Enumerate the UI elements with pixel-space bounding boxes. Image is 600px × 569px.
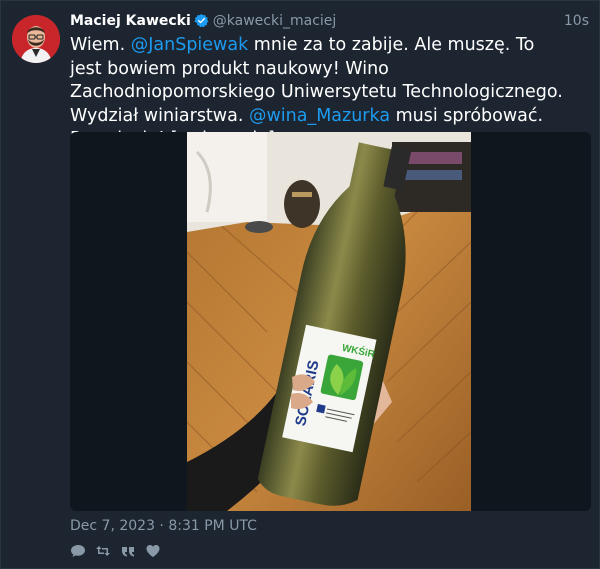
tweet-card: Maciej Kawecki @kawecki_maciej 10s Wiem. … [0, 0, 600, 569]
tweet-time[interactable]: 10s [564, 11, 589, 31]
mention-link[interactable]: @wina_Mazurka [249, 106, 390, 126]
author-handle[interactable]: @kawecki_maciej [213, 13, 337, 29]
tweet-date[interactable]: Dec 7, 2023 · 8:31 PM UTC [70, 516, 257, 536]
verified-badge-icon [194, 13, 209, 34]
author-row: Maciej Kawecki @kawecki_maciej [70, 11, 590, 31]
retweet-icon[interactable] [95, 543, 111, 559]
author-name[interactable]: Maciej Kawecki [70, 13, 191, 29]
mention-link[interactable]: @JanSpiewak [131, 35, 249, 55]
tweet-actions [70, 542, 161, 560]
wine-bottle-photo: SOLARIS WKŚiR [187, 132, 471, 511]
avatar-image [12, 15, 60, 63]
tweet-media[interactable]: SOLARIS WKŚiR [70, 132, 591, 511]
avatar[interactable] [12, 15, 60, 63]
comment-icon[interactable] [70, 543, 86, 559]
heart-icon[interactable] [145, 543, 161, 559]
text-part: Wiem. [70, 35, 131, 55]
quote-icon[interactable] [120, 543, 136, 559]
